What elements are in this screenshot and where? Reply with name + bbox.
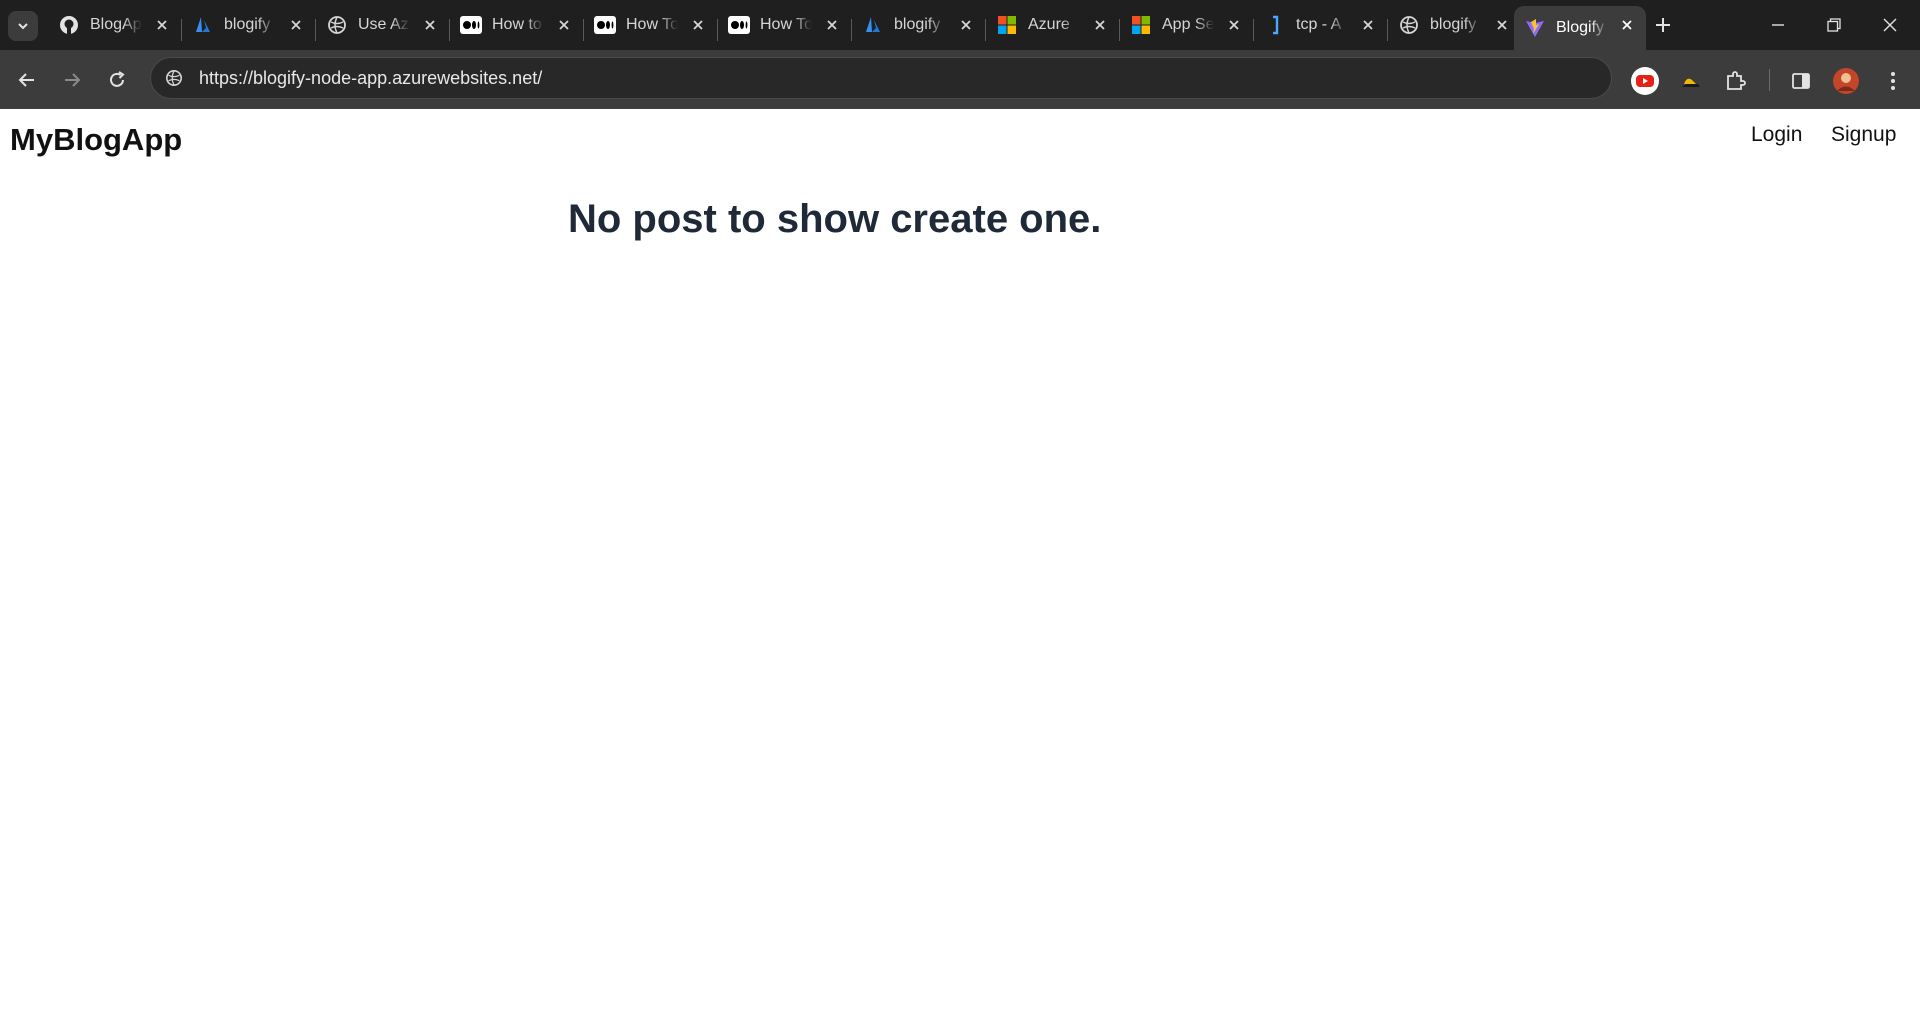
chevron-down-icon — [18, 23, 28, 30]
tab-title: Azure — [1028, 16, 1070, 33]
puzzle-icon — [1727, 71, 1746, 90]
tab-title: Blogify — [1556, 19, 1605, 36]
avatar — [1833, 68, 1859, 94]
azure-icon — [862, 14, 884, 36]
brand-logo[interactable]: MyBlogApp — [10, 122, 182, 158]
youtube-icon — [1631, 67, 1659, 95]
back-button[interactable] — [11, 64, 43, 96]
medium-icon — [594, 14, 616, 36]
tab-blogify-azure-2[interactable]: blogify — [852, 6, 985, 44]
vite-icon — [1524, 17, 1546, 39]
login-link[interactable]: Login — [1751, 123, 1802, 147]
tab-blogify-active[interactable]: Blogify — [1514, 6, 1646, 50]
tab-how-to-2[interactable]: How To — [584, 6, 717, 44]
site-info-icon[interactable] — [163, 67, 185, 89]
microsoft-icon — [996, 14, 1018, 36]
tab-title: blogify — [894, 16, 941, 33]
microsoft-icon — [1130, 14, 1152, 36]
new-tab-button[interactable] — [1650, 12, 1676, 38]
restore-icon — [1827, 18, 1841, 32]
close-window-button[interactable] — [1862, 0, 1918, 50]
close-icon[interactable] — [1091, 16, 1109, 34]
github-icon — [58, 14, 80, 36]
close-icon[interactable] — [1359, 16, 1377, 34]
side-panel-button[interactable] — [1786, 66, 1816, 96]
menu-button[interactable] — [1878, 66, 1908, 96]
bracket-icon — [1264, 14, 1286, 36]
extension-button[interactable] — [1676, 66, 1706, 96]
tab-title: blogify — [1430, 16, 1477, 33]
tab-how-to-3[interactable]: How To — [718, 6, 851, 44]
address-bar[interactable]: https://blogify-node-app.azurewebsites.n… — [150, 57, 1612, 99]
close-icon[interactable] — [957, 16, 975, 34]
tab-title: How To — [626, 16, 678, 33]
tab-title: blogify — [224, 16, 271, 33]
signup-link[interactable]: Signup — [1831, 123, 1896, 147]
reload-icon — [110, 71, 125, 87]
tab-blogapp-github[interactable]: BlogApp — [48, 6, 181, 44]
tab-use-azure[interactable]: Use Azure — [316, 6, 449, 44]
tab-tcp[interactable]: tcp - A — [1254, 6, 1387, 44]
close-icon[interactable] — [421, 16, 439, 34]
forward-button[interactable] — [56, 64, 88, 96]
tab-title: Use Azure — [358, 16, 410, 33]
empty-state-heading: No post to show create one. — [568, 197, 1102, 241]
tab-azure-microsoft[interactable]: Azure — [986, 6, 1119, 44]
globe-icon — [326, 14, 348, 36]
azure-icon — [192, 14, 214, 36]
globe-icon — [1398, 14, 1420, 36]
tab-app-service[interactable]: App Se — [1120, 6, 1253, 44]
close-icon[interactable] — [823, 16, 841, 34]
tab-title: How to — [492, 16, 542, 33]
page-content: MyBlogApp Login Signup No post to show c… — [0, 109, 1920, 1020]
close-icon — [1883, 18, 1897, 32]
tab-blogify-azure[interactable]: blogify — [182, 6, 315, 44]
close-icon[interactable] — [689, 16, 707, 34]
kebab-menu-icon — [1891, 72, 1895, 90]
tab-title: BlogApp — [90, 16, 142, 33]
close-icon[interactable] — [287, 16, 305, 34]
hat-icon — [1682, 78, 1700, 87]
arrow-right-icon — [65, 73, 81, 87]
minimize-button[interactable] — [1750, 0, 1806, 50]
url-text[interactable]: https://blogify-node-app.azurewebsites.n… — [199, 68, 542, 89]
close-icon[interactable] — [1493, 16, 1511, 34]
close-icon[interactable] — [555, 16, 573, 34]
profile-button[interactable] — [1831, 66, 1861, 96]
close-icon[interactable] — [1225, 16, 1243, 34]
side-panel-icon — [1792, 73, 1810, 89]
browser-toolbar: https://blogify-node-app.azurewebsites.n… — [0, 50, 1920, 109]
tab-blogify-globe[interactable]: blogify — [1388, 6, 1521, 44]
tab-title: tcp - A — [1296, 16, 1342, 33]
minimize-icon — [1772, 24, 1784, 26]
medium-icon — [728, 14, 750, 36]
tab-search-button[interactable] — [8, 11, 38, 41]
tab-title: How To — [760, 16, 812, 33]
close-icon[interactable] — [153, 16, 171, 34]
tab-strip: BlogApp blogify Use Azure How to — [0, 0, 1920, 50]
restore-button[interactable] — [1806, 0, 1862, 50]
close-icon[interactable] — [1618, 16, 1636, 34]
extensions-button[interactable] — [1721, 66, 1751, 96]
youtube-extension-button[interactable] — [1630, 66, 1660, 96]
tab-how-to-1[interactable]: How to — [450, 6, 583, 44]
reload-button[interactable] — [101, 64, 133, 96]
arrow-left-icon — [18, 73, 34, 87]
plus-icon — [1656, 18, 1670, 32]
medium-icon — [460, 14, 482, 36]
tab-title: App Se — [1162, 16, 1214, 33]
